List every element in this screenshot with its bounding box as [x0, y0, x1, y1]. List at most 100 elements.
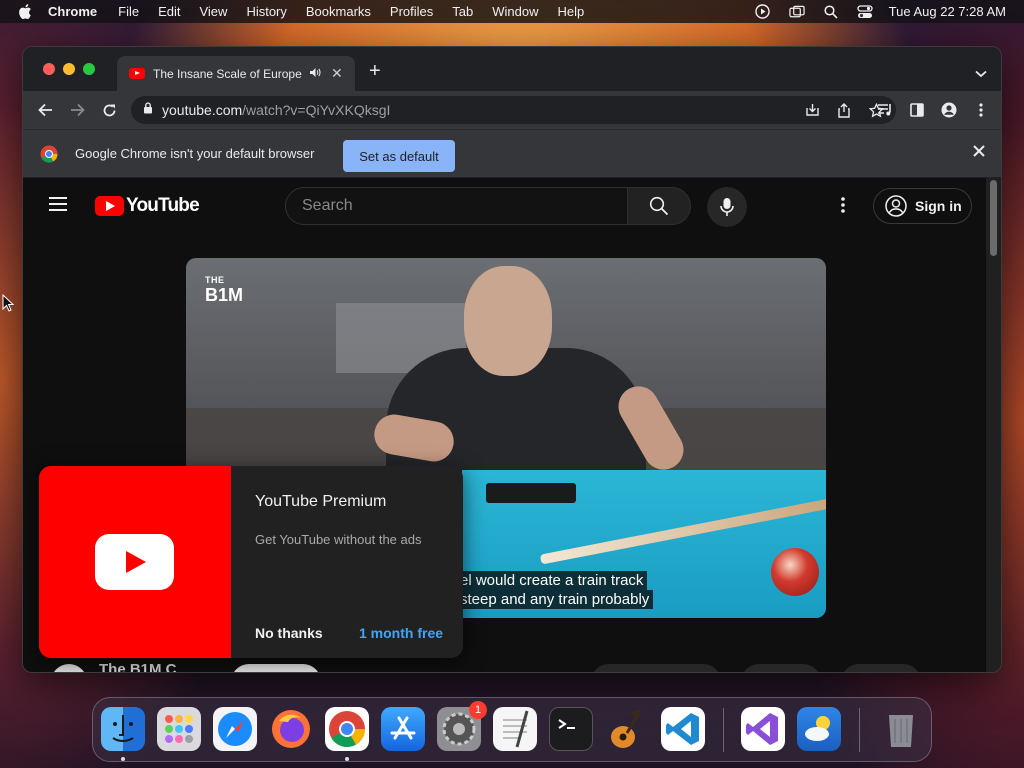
- menu-tab[interactable]: Tab: [452, 4, 473, 19]
- dock-separator: [859, 708, 860, 752]
- vscode-icon[interactable]: [661, 707, 705, 751]
- safari-icon[interactable]: [213, 707, 257, 751]
- youtube-premium-popup: YouTube Premium Get YouTube without the …: [39, 466, 463, 658]
- download-button[interactable]: [841, 664, 921, 672]
- trash-icon[interactable]: [879, 707, 923, 751]
- youtube-favicon-icon: [129, 68, 145, 79]
- visual-studio-icon[interactable]: [741, 707, 785, 751]
- menu-edit[interactable]: Edit: [158, 4, 180, 19]
- browser-toolbar: youtube.com/watch?v=QiYvXKQksgI: [23, 91, 1001, 129]
- window-close-button[interactable]: [43, 63, 55, 75]
- launchpad-icon[interactable]: [157, 707, 201, 751]
- voice-search-button[interactable]: [707, 187, 747, 227]
- page-scrollbar[interactable]: [986, 178, 1001, 672]
- notification-badge: 1: [469, 701, 487, 719]
- url-host: youtube.com: [162, 102, 243, 118]
- menu-window[interactable]: Window: [492, 4, 538, 19]
- account-circle-icon: [885, 195, 907, 217]
- back-arrow-icon[interactable]: [37, 102, 53, 118]
- dock: 1: [92, 697, 932, 762]
- menubar-status-area: Tue Aug 22 7:28 AM: [737, 0, 1006, 23]
- running-indicator: [121, 757, 125, 761]
- lock-icon[interactable]: [143, 101, 153, 119]
- channel-row: The B1M C: [51, 661, 951, 672]
- weather-icon[interactable]: [797, 707, 841, 751]
- video-frame-model-train: [486, 483, 576, 503]
- new-tab-button[interactable]: +: [369, 61, 381, 81]
- play-circle-icon[interactable]: [755, 4, 771, 19]
- channel-avatar[interactable]: [51, 664, 87, 672]
- menu-history[interactable]: History: [246, 4, 286, 19]
- scrollbar-thumb[interactable]: [990, 180, 997, 256]
- menu-bookmarks[interactable]: Bookmarks: [306, 4, 371, 19]
- search-icon: [649, 196, 669, 216]
- address-bar-actions: [788, 102, 884, 118]
- default-browser-infobar: Google Chrome isn't your default browser…: [23, 129, 1001, 177]
- menu-profiles[interactable]: Profiles: [390, 4, 433, 19]
- forward-arrow-icon[interactable]: [69, 102, 85, 118]
- window-zoom-button[interactable]: [83, 63, 95, 75]
- system-settings-icon[interactable]: 1: [437, 701, 487, 751]
- profile-avatar-icon[interactable]: [941, 102, 957, 118]
- dock-separator: [723, 708, 724, 752]
- premium-description: Get YouTube without the ads: [255, 532, 422, 547]
- menu-view[interactable]: View: [199, 4, 227, 19]
- caption-line: el would create a train track: [456, 571, 826, 590]
- hamburger-menu-icon[interactable]: [49, 197, 67, 211]
- video-frame-person-head: [464, 266, 552, 376]
- youtube-logo[interactable]: YouTube: [95, 195, 200, 217]
- infobar-close-icon[interactable]: [973, 145, 985, 160]
- spotlight-icon[interactable]: [823, 4, 839, 19]
- mouse-cursor-icon: [2, 294, 14, 312]
- sign-in-label: Sign in: [915, 198, 962, 214]
- share-icon[interactable]: [836, 102, 852, 118]
- tab-strip: The Insane Scale of Europe ✕ +: [23, 47, 1001, 91]
- sign-in-button[interactable]: Sign in: [873, 188, 972, 224]
- youtube-play-icon: [95, 534, 174, 590]
- premium-title: YouTube Premium: [255, 493, 387, 510]
- youtube-page: YouTube Search Sign in THE B1M el would …: [23, 178, 988, 672]
- set-as-default-button[interactable]: Set as default: [343, 140, 455, 172]
- free-trial-button[interactable]: 1 month free: [359, 625, 443, 641]
- like-dislike-button[interactable]: [591, 664, 721, 672]
- apple-menu-icon[interactable]: [18, 4, 32, 19]
- search-button[interactable]: [627, 187, 691, 225]
- channel-name[interactable]: The B1M C: [99, 661, 177, 672]
- search-input[interactable]: Search: [285, 187, 628, 225]
- chrome-menu-kebab-icon[interactable]: [973, 102, 989, 118]
- settings-kebab-icon[interactable]: [841, 197, 845, 218]
- menu-help[interactable]: Help: [558, 4, 585, 19]
- subscribe-button[interactable]: [231, 664, 321, 672]
- textedit-icon[interactable]: [493, 707, 537, 751]
- infobar-message: Google Chrome isn't your default browser: [75, 146, 315, 161]
- menubar-clock[interactable]: Tue Aug 22 7:28 AM: [889, 4, 1006, 19]
- browser-tab-active[interactable]: The Insane Scale of Europe ✕: [117, 56, 355, 91]
- media-controls-icon[interactable]: [877, 102, 893, 118]
- speaker-icon[interactable]: [309, 67, 321, 81]
- firefox-icon[interactable]: [269, 707, 313, 751]
- app-store-icon[interactable]: [381, 707, 425, 751]
- reload-icon[interactable]: [101, 102, 117, 118]
- finder-icon[interactable]: [101, 707, 145, 751]
- url-text[interactable]: youtube.com/watch?v=QiYvXKQksgI: [162, 102, 390, 118]
- tab-close-icon[interactable]: ✕: [331, 65, 343, 82]
- chrome-icon[interactable]: [325, 707, 369, 751]
- side-panel-icon[interactable]: [909, 102, 925, 118]
- address-bar[interactable]: youtube.com/watch?v=QiYvXKQksgI: [131, 96, 896, 124]
- tab-title: The Insane Scale of Europe: [153, 66, 302, 81]
- window-minimize-button[interactable]: [63, 63, 75, 75]
- search-placeholder: Search: [302, 197, 353, 214]
- garageband-icon[interactable]: [605, 707, 649, 751]
- screen-mirror-icon[interactable]: [789, 5, 805, 19]
- install-app-icon[interactable]: [804, 102, 820, 118]
- tab-search-chevron-icon[interactable]: [975, 65, 987, 83]
- control-center-icon[interactable]: [857, 4, 873, 19]
- no-thanks-button[interactable]: No thanks: [255, 625, 323, 641]
- share-button[interactable]: [741, 664, 821, 672]
- microphone-icon: [720, 198, 734, 216]
- menu-app-name[interactable]: Chrome: [48, 4, 97, 19]
- premium-banner: [39, 466, 231, 658]
- terminal-icon[interactable]: [549, 707, 593, 751]
- menu-file[interactable]: File: [118, 4, 139, 19]
- running-indicator: [345, 757, 349, 761]
